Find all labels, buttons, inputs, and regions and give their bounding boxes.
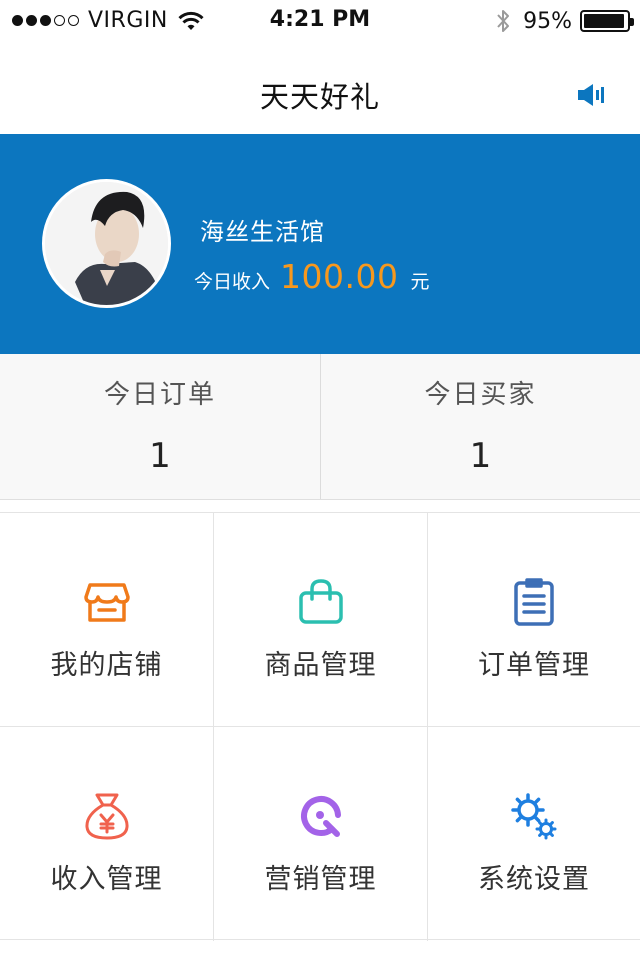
battery-icon [580, 10, 634, 32]
money-bag-icon [84, 793, 129, 840]
stat-label: 今日订单 [103, 380, 216, 410]
menu-label: 订单管理 [478, 650, 590, 681]
stat-label: 今日买家 [424, 380, 537, 410]
stat-today-buyers[interactable]: 今日买家 1 [320, 354, 640, 499]
avatar[interactable] [42, 179, 171, 308]
menu-label: 系统设置 [478, 864, 590, 895]
menu-label: 商品管理 [264, 650, 377, 681]
today-stats: 今日订单 1 今日买家 1 [0, 354, 640, 500]
status-bar: VIRGIN 4:21 PM 95% [0, 0, 640, 40]
today-income: 今日收入 100.00 元 [194, 257, 430, 296]
menu-product-management[interactable]: 商品管理 [214, 513, 428, 727]
battery-fill [584, 14, 624, 28]
menu-label: 我的店铺 [50, 650, 163, 681]
gears-icon [511, 793, 557, 840]
battery-tip [630, 18, 634, 26]
shopping-bag-icon [298, 579, 343, 624]
page-title: 天天好礼 [259, 80, 380, 114]
marketing-icon [300, 796, 341, 837]
menu-order-management[interactable]: 订单管理 [428, 513, 640, 727]
menu-my-store[interactable]: 我的店铺 [0, 513, 214, 727]
stat-value: 1 [469, 436, 492, 476]
clipboard-list-icon [514, 578, 554, 626]
menu-marketing-management[interactable]: 营销管理 [214, 727, 428, 941]
menu-system-settings[interactable]: 系统设置 [428, 727, 640, 941]
function-grid: 我的店铺 商品管理 订单管理 收入管理 营销管理 系统设置 [0, 512, 640, 941]
avatar-portrait [45, 182, 168, 305]
income-label: 今日收入 [194, 271, 271, 293]
battery-percent: 95% [523, 8, 572, 34]
profile-banner: 海丝生活馆 今日收入 100.00 元 [0, 134, 640, 354]
nav-bar: 天天好礼 [0, 40, 640, 134]
menu-label: 收入管理 [50, 864, 163, 895]
menu-income-management[interactable]: 收入管理 [0, 727, 214, 941]
speaker-icon[interactable] [578, 82, 606, 108]
income-unit: 元 [410, 271, 430, 293]
store-icon [83, 583, 130, 622]
stat-today-orders[interactable]: 今日订单 1 [0, 354, 320, 499]
shop-name: 海丝生活馆 [200, 218, 325, 246]
bluetooth-icon [497, 10, 510, 32]
income-value: 100.00 [280, 257, 399, 296]
menu-label: 营销管理 [264, 864, 377, 895]
stat-value: 1 [149, 436, 171, 476]
